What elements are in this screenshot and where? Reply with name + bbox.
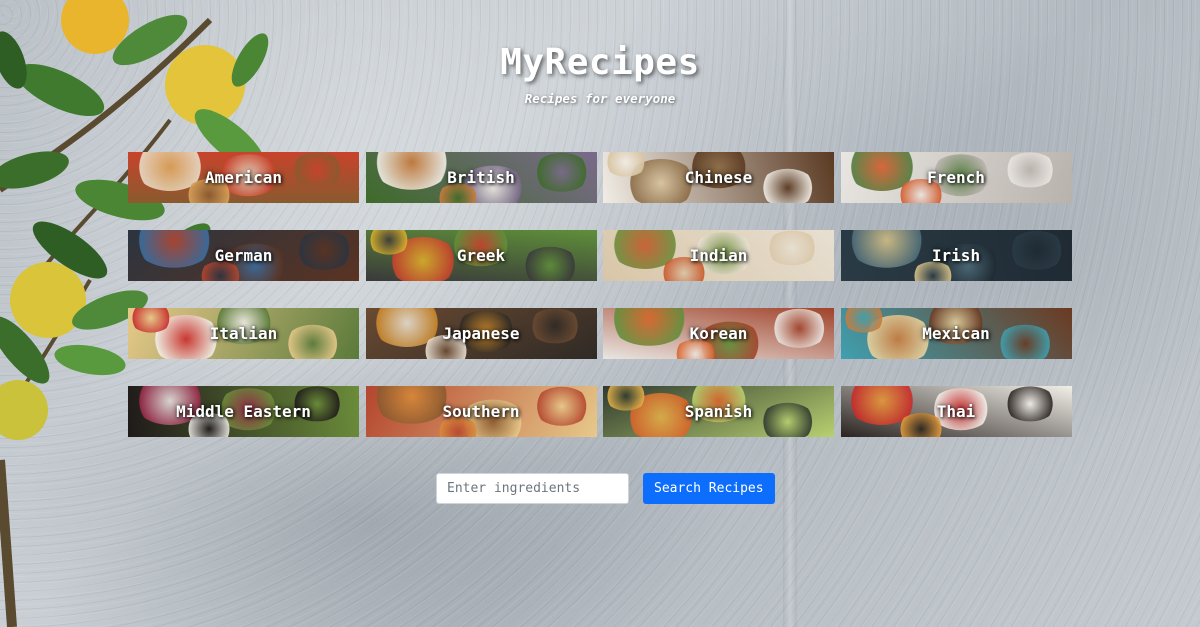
- cuisine-label: Italian: [209, 324, 278, 343]
- cuisine-label: German: [214, 246, 273, 265]
- food-photo-shape: [996, 324, 1055, 359]
- food-photo-shape: [759, 168, 817, 203]
- cuisine-label: Japanese: [442, 324, 520, 343]
- cuisine-tile-italian[interactable]: Italian: [128, 308, 359, 359]
- food-photo-shape: [533, 153, 591, 192]
- cuisine-label: Spanish: [684, 402, 753, 421]
- cuisine-tile-american[interactable]: American: [128, 152, 359, 203]
- cuisine-tile-greek[interactable]: Greek: [365, 230, 597, 281]
- cuisine-tile-british[interactable]: British: [365, 152, 597, 203]
- search-form: Search Recipes: [436, 473, 775, 504]
- food-photo-shape: [759, 402, 817, 437]
- site-tagline: Recipes for everyone: [524, 91, 676, 106]
- cuisine-label: American: [204, 168, 283, 187]
- food-photo-shape: [766, 230, 819, 266]
- cuisine-label: Greek: [456, 246, 506, 265]
- cuisine-tile-mexican[interactable]: Mexican: [840, 308, 1072, 359]
- cuisine-tile-thai[interactable]: Thai: [840, 386, 1072, 437]
- cuisine-label: Indian: [689, 246, 748, 265]
- food-photo-shape: [1003, 152, 1057, 188]
- food-photo-shape: [770, 309, 829, 348]
- search-recipes-button[interactable]: Search Recipes: [643, 473, 775, 504]
- food-photo-shape: [284, 324, 342, 359]
- cuisine-label: Korean: [689, 324, 748, 343]
- food-photo-shape: [370, 386, 453, 424]
- cuisine-label: Chinese: [684, 168, 753, 187]
- food-photo-shape: [845, 230, 928, 268]
- food-photo-shape: [291, 152, 344, 188]
- food-photo-shape: [1003, 386, 1057, 422]
- food-photo-shape: [1008, 231, 1066, 270]
- cuisine-tile-german[interactable]: German: [128, 230, 359, 281]
- food-photo-shape: [295, 231, 354, 270]
- cuisine-label: Mexican: [922, 324, 990, 343]
- food-photo-shape: [370, 152, 453, 190]
- cuisine-tile-french[interactable]: French: [840, 152, 1072, 203]
- ingredients-search-input[interactable]: [436, 473, 629, 504]
- site-header: MyRecipes Recipes for everyone: [0, 42, 1200, 106]
- cuisine-tile-korean[interactable]: Korean: [603, 308, 834, 359]
- cuisine-label: Irish: [931, 246, 981, 265]
- cuisine-label: Thai: [936, 402, 976, 421]
- cuisine-tile-indian[interactable]: Indian: [603, 230, 834, 281]
- cuisine-tile-irish[interactable]: Irish: [840, 230, 1072, 281]
- cuisine-tile-middle-eastern[interactable]: Middle Eastern: [128, 386, 359, 437]
- site-title: MyRecipes: [500, 42, 700, 83]
- cuisine-tile-southern[interactable]: Southern: [365, 386, 597, 437]
- cuisine-grid: American British Chinese French German Greek I…: [128, 152, 1072, 437]
- cuisine-tile-spanish[interactable]: Spanish: [603, 386, 834, 437]
- cuisine-tile-japanese[interactable]: Japanese: [365, 308, 597, 359]
- cuisine-label: French: [927, 168, 985, 187]
- food-photo-shape: [608, 308, 690, 346]
- cuisine-label: Middle Eastern: [176, 402, 311, 421]
- cuisine-label: Southern: [442, 402, 520, 421]
- food-photo-shape: [533, 387, 591, 426]
- food-photo-shape: [528, 308, 582, 344]
- cuisine-tile-chinese[interactable]: Chinese: [603, 152, 834, 203]
- food-photo-shape: [133, 230, 215, 268]
- food-photo-shape: [521, 246, 580, 281]
- cuisine-label: British: [447, 168, 515, 187]
